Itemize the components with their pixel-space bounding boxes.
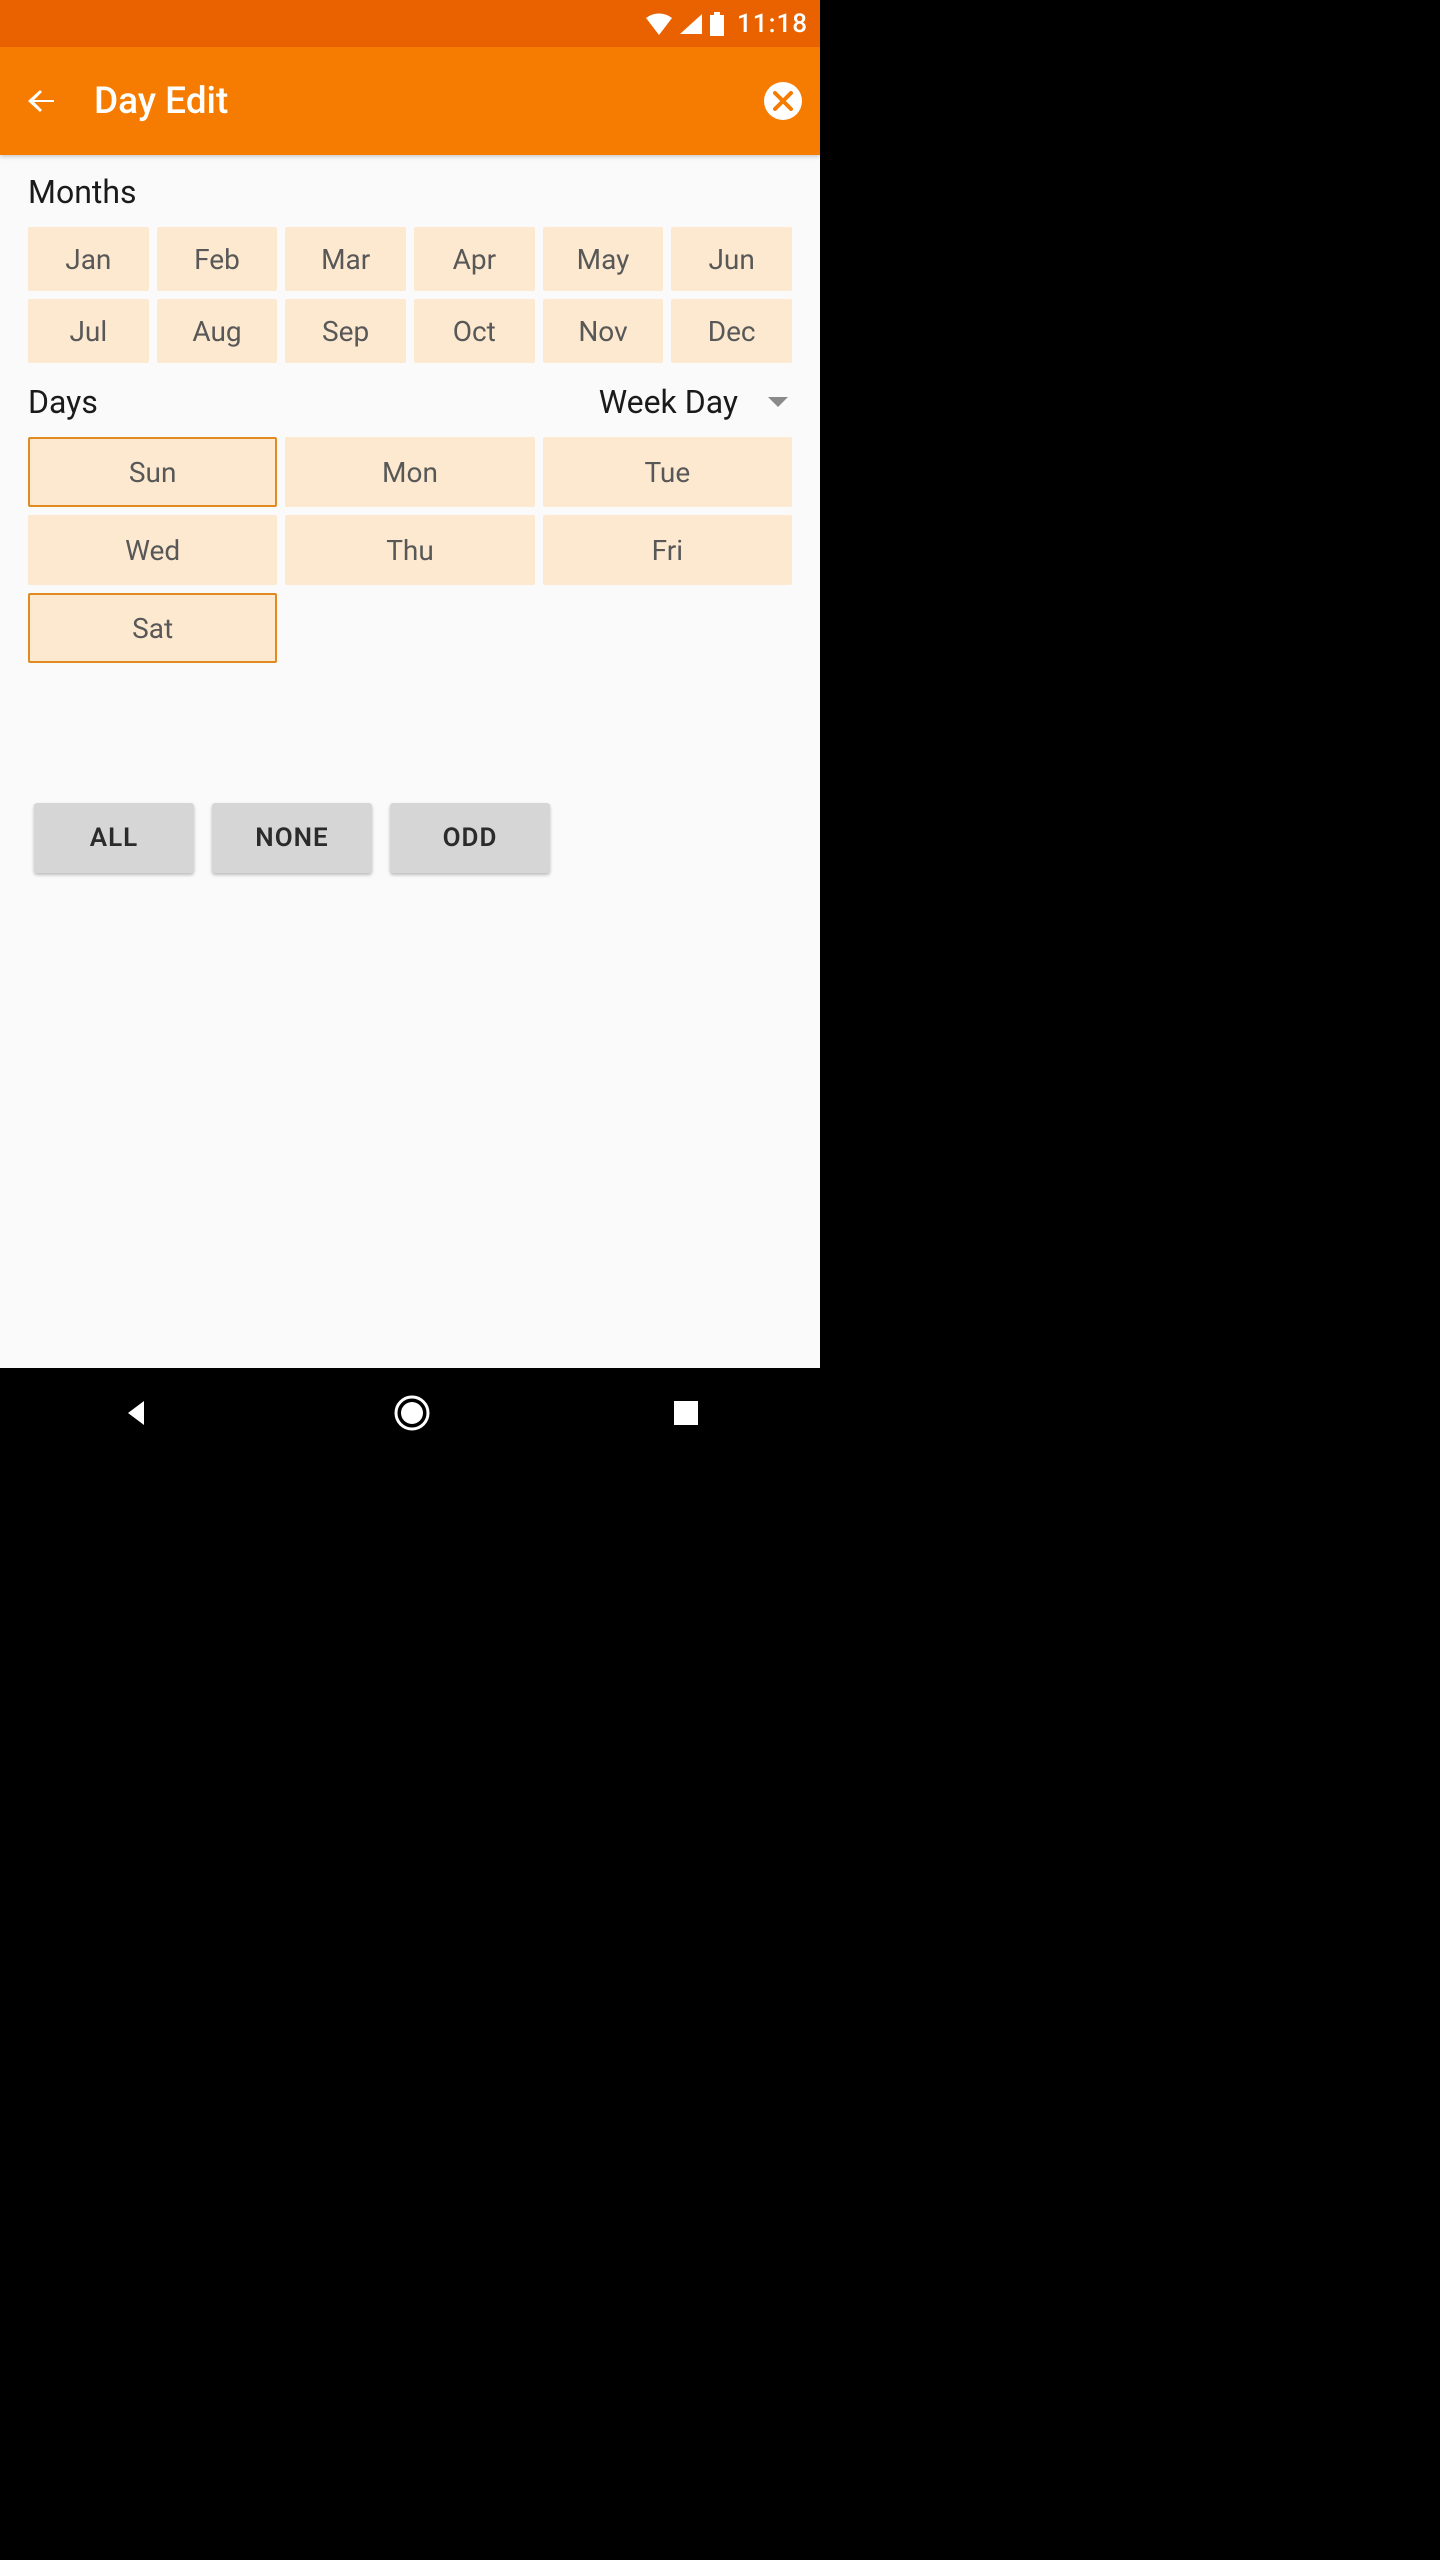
month-jan[interactable]: Jan: [28, 227, 149, 291]
month-aug[interactable]: Aug: [157, 299, 278, 363]
month-nov[interactable]: Nov: [543, 299, 664, 363]
wifi-icon: [645, 13, 673, 35]
battery-icon: [709, 12, 725, 36]
page-title: Day Edit: [94, 80, 228, 123]
days-mode-dropdown[interactable]: Week Day: [599, 383, 792, 421]
day-tue[interactable]: Tue: [543, 437, 792, 507]
nav-recent-icon: [672, 1399, 700, 1427]
day-sat[interactable]: Sat: [28, 593, 277, 663]
navigation-bar: [0, 1368, 820, 1458]
month-oct[interactable]: Oct: [414, 299, 535, 363]
clock-text: 11:18: [737, 9, 808, 39]
arrow-left-icon: [24, 83, 60, 119]
close-button[interactable]: [764, 82, 802, 120]
month-sep[interactable]: Sep: [285, 299, 406, 363]
days-header-row: Days Week Day: [28, 383, 792, 421]
signal-icon: [679, 13, 703, 35]
day-sun[interactable]: Sun: [28, 437, 277, 507]
odd-button[interactable]: ODD: [390, 803, 550, 873]
back-button[interactable]: [18, 77, 66, 125]
none-button[interactable]: NONE: [212, 803, 372, 873]
day-fri[interactable]: Fri: [543, 515, 792, 585]
nav-home-icon: [392, 1393, 432, 1433]
month-feb[interactable]: Feb: [157, 227, 278, 291]
nav-back-icon: [120, 1397, 152, 1429]
days-mode-value: Week Day: [599, 383, 738, 421]
days-label: Days: [28, 383, 98, 421]
nav-home-button[interactable]: [392, 1393, 432, 1433]
days-grid: Sun Mon Tue Wed Thu Fri Sat: [28, 437, 792, 663]
nav-recent-button[interactable]: [672, 1399, 700, 1427]
month-mar[interactable]: Mar: [285, 227, 406, 291]
day-thu[interactable]: Thu: [285, 515, 534, 585]
month-may[interactable]: May: [543, 227, 664, 291]
close-icon: [773, 91, 793, 111]
all-button[interactable]: ALL: [34, 803, 194, 873]
nav-back-button[interactable]: [120, 1397, 152, 1429]
months-label: Months: [28, 173, 792, 211]
month-jun[interactable]: Jun: [671, 227, 792, 291]
month-dec[interactable]: Dec: [671, 299, 792, 363]
day-mon[interactable]: Mon: [285, 437, 534, 507]
day-wed[interactable]: Wed: [28, 515, 277, 585]
app-bar: Day Edit: [0, 47, 820, 155]
month-jul[interactable]: Jul: [28, 299, 149, 363]
months-grid: Jan Feb Mar Apr May Jun Jul Aug Sep Oct …: [28, 227, 792, 363]
chevron-down-icon: [768, 397, 788, 407]
content-area: Months Jan Feb Mar Apr May Jun Jul Aug S…: [0, 155, 820, 1368]
screen: 11:18 Day Edit Months Jan Feb Mar Apr Ma…: [0, 0, 820, 1458]
status-bar: 11:18: [0, 0, 820, 47]
action-row: ALL NONE ODD: [34, 803, 792, 873]
month-apr[interactable]: Apr: [414, 227, 535, 291]
